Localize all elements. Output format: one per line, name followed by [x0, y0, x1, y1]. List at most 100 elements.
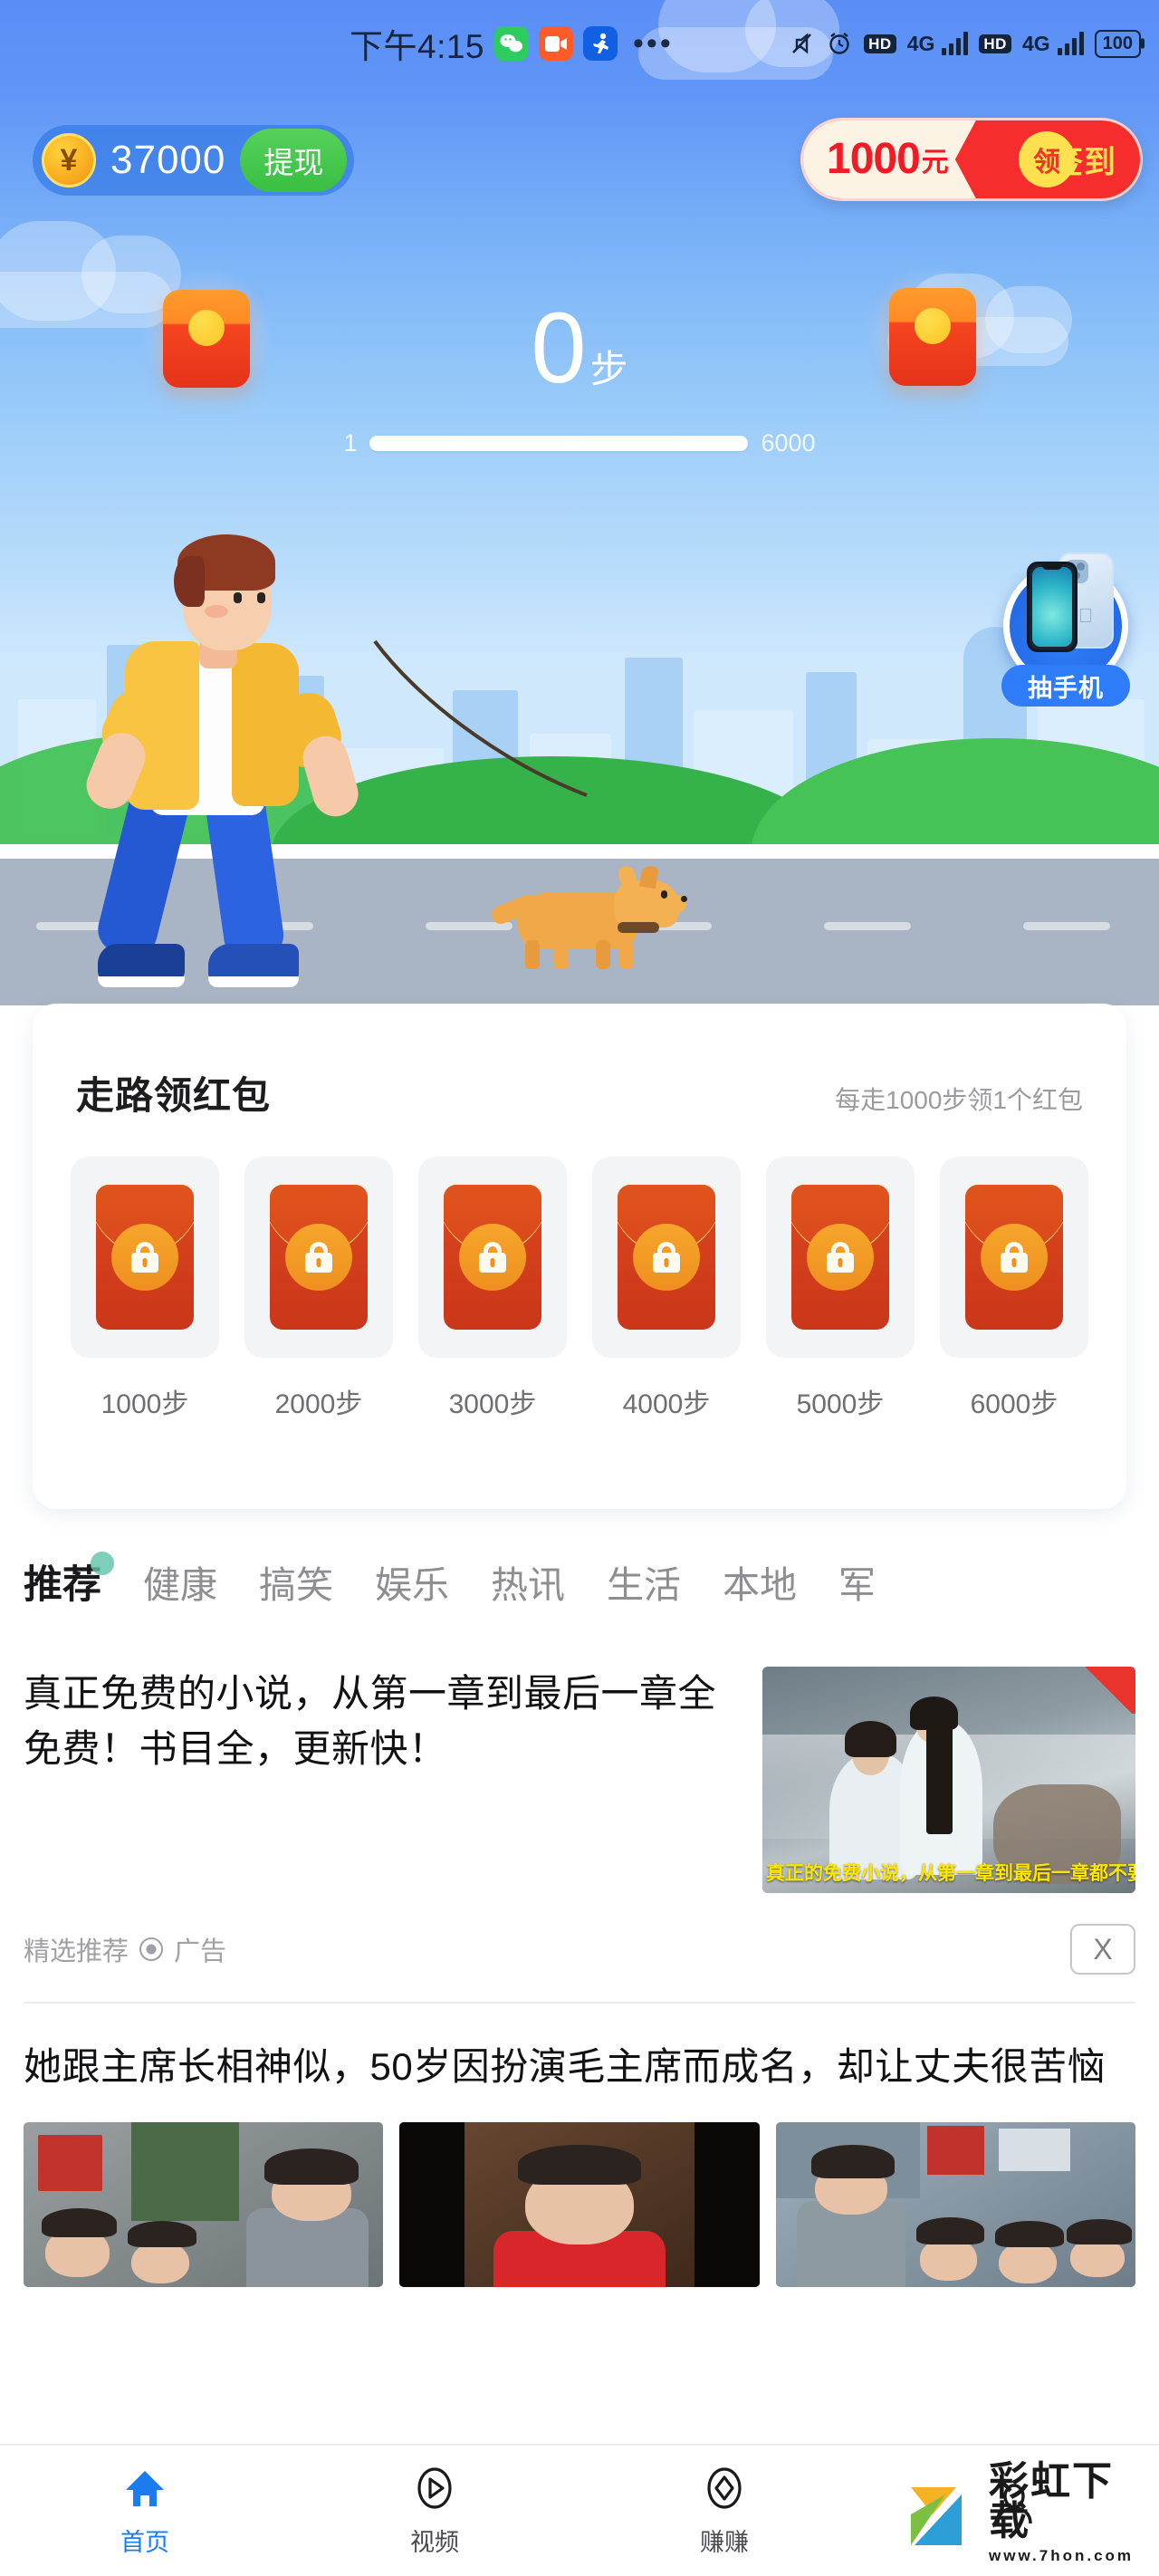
walk-reward-title: 走路领红包 — [76, 1074, 272, 1117]
progress-max-label: 6000 — [761, 429, 816, 457]
ad-meta-row: 精选推荐 广告 X — [0, 1893, 1159, 2002]
reward-tile[interactable] — [766, 1157, 915, 1358]
progress-min-label: 1 — [343, 429, 358, 457]
ad-thumbnail-caption: 真正的免费小说，从第一章到最后一章都不要钱 — [766, 1863, 1135, 1884]
tab-label: 搞笑 — [259, 1564, 333, 1606]
ad-title: 真正免费的小说，从第一章到最后一章全免费！书目全，更新快！ — [24, 1672, 717, 1770]
coin-balance-bar[interactable]: ¥ 37000 提现 — [33, 125, 355, 196]
lock-icon — [131, 1242, 158, 1273]
signal-icon — [1057, 32, 1084, 55]
reward-step-label: 3000步 — [448, 1389, 537, 1419]
watermark-logo-icon — [905, 2475, 982, 2551]
walking-man-illustration — [79, 498, 397, 987]
battery-indicator: 100 — [1094, 29, 1141, 58]
nav-item-video[interactable]: 视频 — [290, 2446, 580, 2576]
coin-icon: ¥ — [42, 133, 96, 187]
lock-icon — [653, 1242, 680, 1273]
news-article[interactable]: 她跟主席长相神似，50岁因扮演毛主席而成名，却让丈夫很苦恼 — [0, 2004, 1159, 2287]
network-type-label: 4G — [1021, 31, 1050, 55]
reward-step-label: 5000步 — [796, 1389, 885, 1419]
site-watermark: 彩虹下载 www.7hon.com — [905, 2455, 1152, 2571]
video-call-icon — [539, 26, 574, 61]
tab-label: 娱乐 — [375, 1564, 449, 1606]
home-icon — [121, 2465, 168, 2512]
locked-red-packet-icon — [270, 1185, 368, 1330]
news-title: 她跟主席长相神似，50岁因扮演毛主席而成名，却让丈夫很苦恼 — [24, 2045, 1106, 2088]
tab-label: 本地 — [723, 1564, 797, 1606]
reward-tile[interactable] — [244, 1157, 393, 1358]
tab-label: 军 — [838, 1564, 876, 1606]
tab-label: 生活 — [607, 1564, 681, 1606]
tab-8[interactable]: 军 — [838, 1554, 876, 1609]
ad-thumbnail[interactable]: 真正的免费小说，从第一章到最后一章都不要钱 — [762, 1667, 1135, 1893]
reward-item[interactable]: 4000步 — [592, 1157, 741, 1421]
nav-label-home: 首页 — [120, 2528, 169, 2556]
walk-reward-header: 走路领红包 每走1000步领1个红包 — [33, 1004, 1126, 1120]
locked-red-packet-icon — [618, 1185, 715, 1330]
status-time: 下午4:15 — [350, 28, 485, 65]
reward-item[interactable]: 2000步 — [244, 1157, 393, 1421]
locked-red-packet-icon — [444, 1185, 541, 1330]
alarm-icon — [826, 30, 853, 57]
lottery-label[interactable]: 抽手机 — [1001, 665, 1130, 706]
lock-icon — [827, 1242, 854, 1273]
reward-tile[interactable] — [71, 1157, 219, 1358]
nav-item-home[interactable]: 首页 — [0, 2446, 290, 2576]
ad-corner-ribbon — [1081, 1667, 1135, 1714]
reward-item[interactable]: 1000步 — [71, 1157, 219, 1421]
news-thumbnail[interactable] — [399, 2121, 760, 2287]
status-bar: 下午4:15 ••• HD 4G HD 4G 100 — [0, 0, 1159, 87]
walk-reward-subtitle: 每走1000步领1个红包 — [835, 1086, 1083, 1114]
news-thumbnail[interactable] — [24, 2121, 384, 2287]
signin-claim-badge[interactable]: 领 — [1019, 131, 1075, 187]
signin-amount: 1000 — [827, 135, 921, 183]
news-thumbnails — [24, 2121, 1135, 2287]
reward-step-label: 6000步 — [970, 1389, 1058, 1419]
phone-lottery-button[interactable]:  抽手机 — [998, 542, 1134, 706]
phone-screen — [1032, 567, 1072, 647]
dog-illustration — [489, 851, 688, 969]
watermark-name: 彩虹下载 — [989, 2459, 1114, 2543]
reward-step-label: 2000步 — [274, 1389, 363, 1419]
nav-item-earn[interactable]: 赚赚 — [580, 2446, 869, 2576]
category-tabs[interactable]: 推荐 健康 搞笑 娱乐 热讯 生活 本地军 — [0, 1534, 1159, 1629]
signal-icon — [942, 32, 969, 55]
status-overflow-icon: ••• — [633, 25, 674, 61]
reward-step-label: 4000步 — [622, 1389, 711, 1419]
news-thumbnail[interactable] — [775, 2121, 1135, 2287]
hd-icon: HD — [979, 34, 1011, 53]
ad-close-button[interactable]: X — [1070, 1924, 1135, 1975]
iphone-front-image — [1027, 562, 1078, 652]
tab-7[interactable]: 本地 — [723, 1554, 797, 1609]
reward-item[interactable]: 6000步 — [940, 1157, 1088, 1421]
ad-card[interactable]: 真正免费的小说，从第一章到最后一章全免费！书目全，更新快！ 真正的免费小说，从第… — [0, 1629, 1159, 1893]
lock-icon — [305, 1242, 332, 1273]
watermark-text: 彩虹下载 www.7hon.com — [989, 2459, 1152, 2564]
step-counter: 0步 1 6000 — [0, 299, 1159, 457]
tab-4[interactable]: 娱乐 — [375, 1554, 449, 1609]
tab-6[interactable]: 生活 — [607, 1554, 681, 1609]
tab-3[interactable]: 搞笑 — [259, 1554, 333, 1609]
hd-icon: HD — [864, 34, 896, 53]
diamond-circle-icon — [701, 2465, 748, 2512]
ad-choices-icon[interactable] — [139, 1937, 164, 1961]
coin-balance-value: 37000 — [110, 138, 226, 182]
status-bar-right: HD 4G HD 4G 100 — [788, 29, 1141, 58]
reward-item[interactable]: 3000步 — [418, 1157, 567, 1421]
withdraw-button[interactable]: 提现 — [240, 129, 348, 192]
step-progress-row: 1 6000 — [0, 429, 1159, 457]
locked-red-packet-icon — [96, 1185, 194, 1330]
reward-tile[interactable] — [418, 1157, 567, 1358]
step-count-value: 0 — [531, 293, 586, 404]
signin-banner[interactable]: 1000 元 领 去签到 — [800, 118, 1143, 201]
reward-tile[interactable] — [940, 1157, 1088, 1358]
reward-tile[interactable] — [592, 1157, 741, 1358]
reward-item[interactable]: 5000步 — [766, 1157, 915, 1421]
locked-red-packet-icon — [965, 1185, 1063, 1330]
tab-active-dot — [91, 1552, 114, 1575]
tab-5[interactable]: 热讯 — [491, 1554, 565, 1609]
step-progress-bar[interactable] — [369, 436, 749, 451]
tab-2[interactable]: 健康 — [143, 1554, 217, 1609]
walk-reward-card: 走路领红包 每走1000步领1个红包 1000步 2000步 3000步 4000步 5… — [33, 1004, 1126, 1509]
tab-1[interactable]: 推荐 — [24, 1552, 114, 1610]
